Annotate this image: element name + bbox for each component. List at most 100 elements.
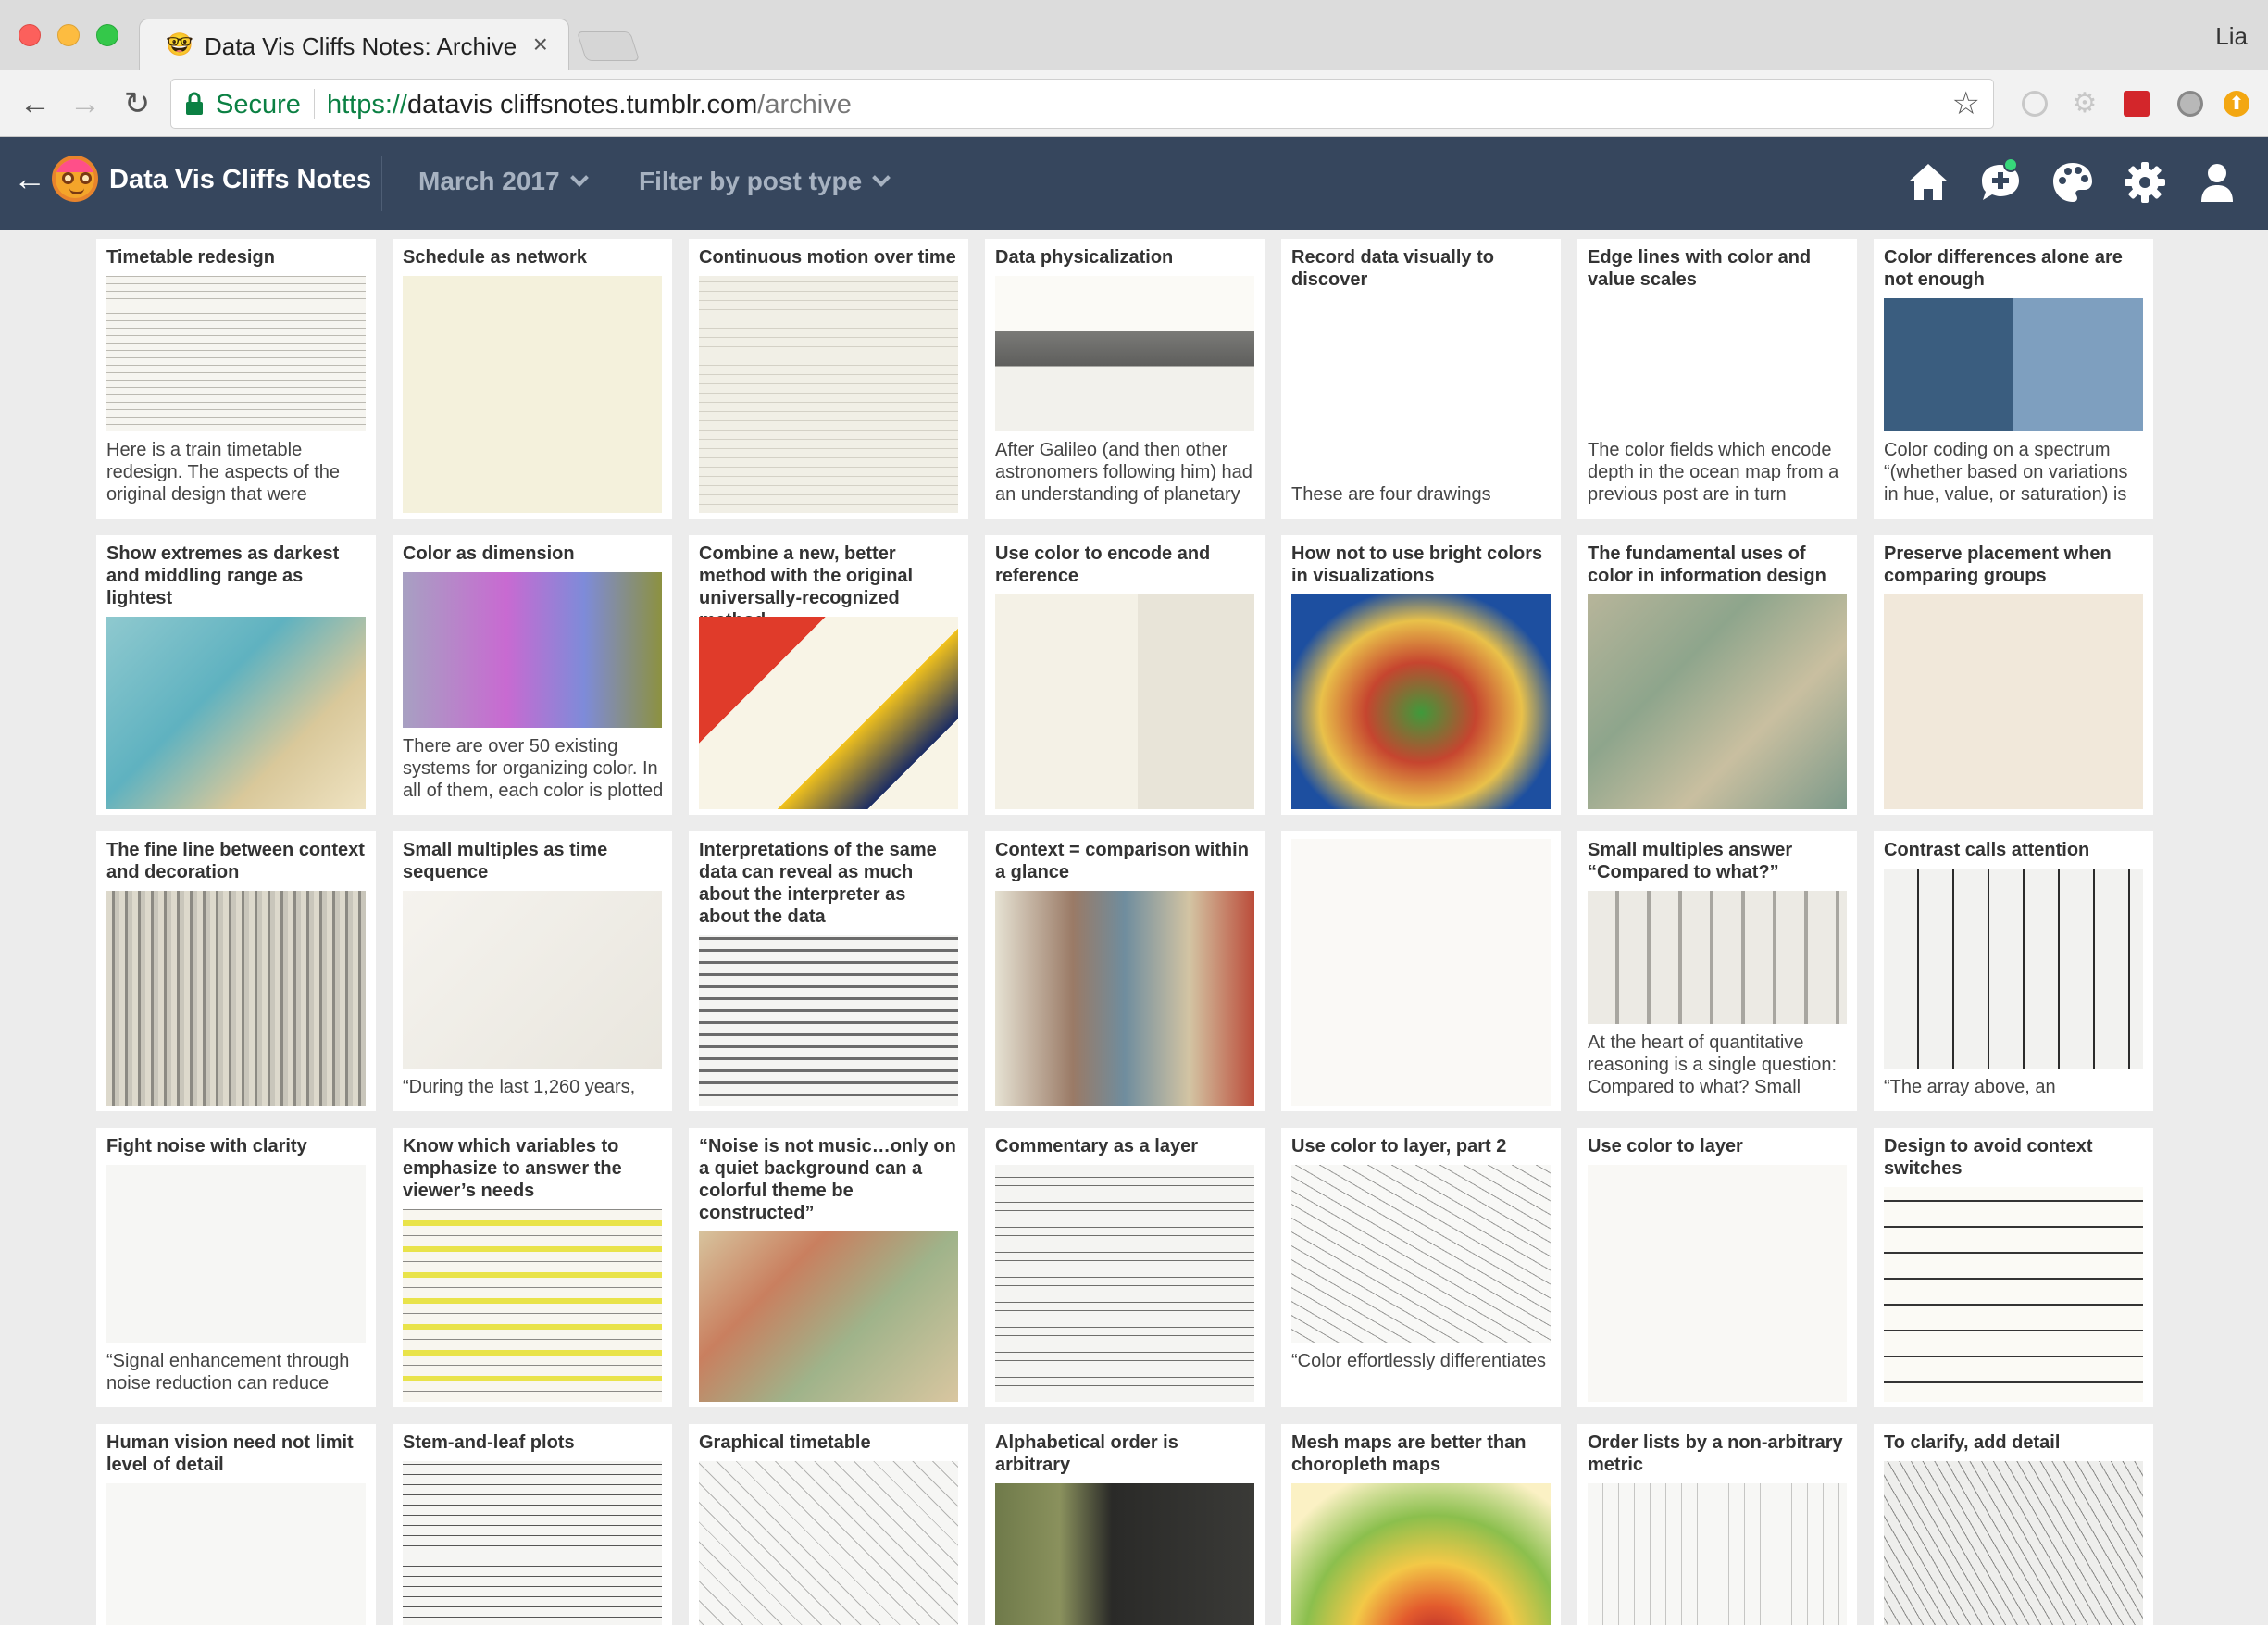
url-divider xyxy=(314,89,315,119)
archive-post-card[interactable]: Preserve placement when comparing groups xyxy=(1874,535,2153,815)
archive-post-card[interactable]: Small multiples answer “Compared to what… xyxy=(1577,831,1857,1111)
archive-post-card[interactable]: Graphical timetable xyxy=(689,1424,968,1625)
notification-dot xyxy=(2003,157,2018,172)
post-title: Data physicalization xyxy=(995,247,1174,268)
header-divider xyxy=(381,156,382,211)
archive-post-card[interactable]: Commentary as a layer xyxy=(985,1128,1265,1407)
archive-post-card[interactable]: Continuous motion over time xyxy=(689,239,968,519)
dot-drawings-thumbnail xyxy=(1291,298,1551,476)
favicon-icon: 🤓 xyxy=(166,32,193,57)
archive-post-card[interactable]: How not to use bright colors in visualiz… xyxy=(1281,535,1561,815)
table-page-thumbnail xyxy=(995,1165,1254,1402)
home-icon[interactable] xyxy=(1905,159,1951,206)
tab-close-button[interactable]: × xyxy=(533,31,548,58)
settings-gear-icon[interactable] xyxy=(2122,159,2168,206)
archive-post-card[interactable]: Alphabetical order is arbitrary xyxy=(985,1424,1265,1625)
archive-post-card[interactable]: Design to avoid context switches xyxy=(1874,1128,2153,1407)
post-title: To clarify, add detail xyxy=(1884,1432,2061,1453)
tab-title: Data Vis Cliffs Notes: Archive xyxy=(205,32,517,60)
url-path: /archive xyxy=(757,90,852,119)
archive-post-card[interactable]: Context = comparison within a glance xyxy=(985,831,1265,1111)
url-scheme: https:// xyxy=(327,90,408,119)
post-title: Commentary as a layer xyxy=(995,1136,1199,1156)
wave-chart-thumbnail xyxy=(699,276,958,513)
post-excerpt: There are over 50 existing systems for o… xyxy=(403,736,664,801)
month-label: March 2017 xyxy=(418,167,560,195)
us-map-1970-thumbnail xyxy=(1291,594,1551,809)
archive-post-card[interactable] xyxy=(1281,831,1561,1111)
archive-post-card[interactable]: Color as dimension There are over 50 exis… xyxy=(393,535,672,815)
archive-post-card[interactable]: Show extremes as darkest and middling ra… xyxy=(96,535,376,815)
post-title: Fight noise with clarity xyxy=(106,1136,307,1156)
archive-post-card[interactable]: Fight noise with clarity “Signal enhancem… xyxy=(96,1128,376,1407)
back-arrow-icon[interactable]: ← xyxy=(13,159,46,198)
mesh-map-thumbnail xyxy=(1291,1483,1551,1625)
post-title: The fundamental uses of color in informa… xyxy=(1588,544,1826,586)
post-title: Continuous motion over time xyxy=(699,247,956,268)
archive-post-card[interactable]: Order lists by a non-arbitrary metric xyxy=(1577,1424,1857,1625)
blog-avatar[interactable] xyxy=(52,156,98,202)
address-bar[interactable]: Secure https://datavis cliffsnotes.tumbl… xyxy=(170,79,1994,129)
archive-post-card[interactable]: Small multiples as time sequence “During … xyxy=(393,831,672,1111)
archive-post-card[interactable]: Stem-and-leaf plots xyxy=(393,1424,672,1625)
post-title: How not to use bright colors in visualiz… xyxy=(1291,544,1543,586)
account-person-icon[interactable] xyxy=(2194,159,2240,206)
new-tab-button[interactable] xyxy=(576,31,641,61)
zoom-window-button[interactable] xyxy=(96,24,118,46)
post-title: The fine line between context and decora… xyxy=(106,840,365,882)
blog-name[interactable]: Data Vis Cliffs Notes xyxy=(109,165,371,195)
back-arrow-icon[interactable]: ← xyxy=(15,83,56,124)
archive-post-card[interactable]: Use color to layer, part 2 “Color effortl… xyxy=(1281,1128,1561,1407)
post-type-filter-dropdown[interactable]: Filter by post type xyxy=(639,167,891,196)
archive-post-card[interactable]: Interpretations of the same data can rev… xyxy=(689,831,968,1111)
small-maps-thumbnail xyxy=(403,891,662,1069)
archive-post-card[interactable]: To clarify, add detail xyxy=(1874,1424,2153,1625)
color-fields-thumbnail xyxy=(1588,298,1847,431)
post-title: Contrast calls attention xyxy=(1884,840,2090,860)
extension-gray-icon[interactable] xyxy=(2177,91,2203,117)
extension-orange-icon[interactable]: ⬆ xyxy=(2224,91,2249,117)
archive-post-card[interactable]: Combine a new, better method with the or… xyxy=(689,535,968,815)
post-excerpt: Here is a train timetable redesign. The … xyxy=(106,440,341,505)
close-window-button[interactable] xyxy=(19,24,41,46)
archive-post-card[interactable]: Contrast calls attention “The array above… xyxy=(1874,831,2153,1111)
post-title: Small multiples as time sequence xyxy=(403,840,608,882)
archive-post-card[interactable]: Edge lines with color and value scales Th… xyxy=(1577,239,1857,519)
archive-post-card[interactable]: Human vision need not limit level of det… xyxy=(96,1424,376,1625)
bookmark-star-icon[interactable]: ☆ xyxy=(1952,87,1980,120)
archive-post-card[interactable]: Use color to layer xyxy=(1577,1128,1857,1407)
calligraphy-sheet-thumbnail xyxy=(1291,839,1551,1106)
palette-icon[interactable] xyxy=(2050,159,2096,206)
post-excerpt: After Galileo (and then other astronomer… xyxy=(995,440,1252,505)
reload-icon[interactable]: ↻ xyxy=(117,83,157,124)
url-host: datavis cliffsnotes.tumblr.com xyxy=(407,90,758,119)
archive-post-card[interactable]: Know which variables to emphasize to ans… xyxy=(393,1128,672,1407)
post-title: Know which variables to emphasize to ans… xyxy=(403,1136,622,1201)
archive-post-card[interactable]: Mesh maps are better than choropleth map… xyxy=(1281,1424,1561,1625)
month-dropdown[interactable]: March 2017 xyxy=(418,167,589,196)
archive-post-card[interactable]: Color differences alone are not enough Co… xyxy=(1874,239,2153,519)
highlighted-page-thumbnail xyxy=(1884,1187,2143,1402)
machine-drawing-thumbnail xyxy=(995,276,1254,431)
archive-post-card[interactable]: The fundamental uses of color in informa… xyxy=(1577,535,1857,815)
archive-post-card[interactable]: Data physicalization After Galileo (and t… xyxy=(985,239,1265,519)
archive-post-card[interactable]: Timetable redesign Here is a train timeta… xyxy=(96,239,376,519)
box-plots-thumbnail xyxy=(106,1165,366,1343)
archive-post-card[interactable]: Record data visually to discover These ar… xyxy=(1281,239,1561,519)
forward-arrow-icon[interactable]: → xyxy=(65,83,106,124)
post-title: Stem-and-leaf plots xyxy=(403,1432,575,1453)
post-title: Interpretations of the same data can rev… xyxy=(699,840,937,927)
extension-red-icon[interactable] xyxy=(2124,91,2150,117)
extension-gear-icon[interactable]: ⚙ xyxy=(2072,90,2098,118)
browser-tab-active[interactable]: 🤓 Data Vis Cliffs Notes: Archive × xyxy=(139,19,569,70)
archive-post-card[interactable]: The fine line between context and decora… xyxy=(96,831,376,1111)
highlighted-text-thumbnail xyxy=(403,1209,662,1402)
archive-post-card[interactable]: Schedule as network xyxy=(393,239,672,519)
extension-circle-icon[interactable] xyxy=(2022,91,2048,117)
chevron-down-icon xyxy=(569,169,589,187)
minimize-window-button[interactable] xyxy=(57,24,80,46)
url-text[interactable]: https://datavis cliffsnotes.tumblr.com/a… xyxy=(327,90,852,120)
profile-name[interactable]: Lia xyxy=(2215,22,2248,51)
archive-post-card[interactable]: Use color to encode and reference xyxy=(985,535,1265,815)
archive-post-card[interactable]: “Noise is not music…only on a quiet back… xyxy=(689,1128,968,1407)
